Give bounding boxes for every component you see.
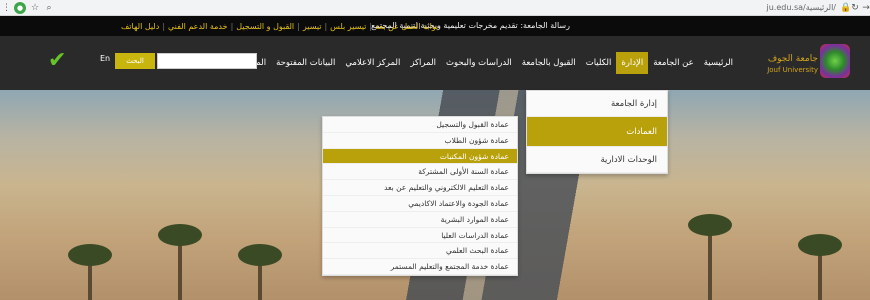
submenu-item-admin-units[interactable]: الوحدات الادارية [527,147,667,173]
palm-tree-icon [60,240,120,300]
search-icon[interactable]: ⌕ [44,2,54,14]
deanship-item-quality[interactable]: عمادة الجودة والاعتماد الاكاديمي [323,196,517,212]
menu-icon[interactable]: ⋮ [2,2,11,14]
address-bar[interactable]: ju.edu.sa/الرئيسية/ [767,2,836,14]
deanship-item-admission[interactable]: عمادة القبول والتسجيل [323,117,517,133]
nav-item-about[interactable]: عن الجامعة [648,52,698,74]
nav-item-media-center[interactable]: المركز الاعلامي [340,52,405,74]
nav-item-colleges[interactable]: الكليات [581,52,617,74]
extension-icon[interactable]: ● [14,2,26,14]
nav-item-open-data[interactable]: البيانات المفتوحة [271,52,340,74]
separator: | [230,21,234,31]
deanships-flyout: عمادة القبول والتسجيل عمادة شؤون الطلاب … [322,116,518,276]
forward-icon[interactable]: → [862,2,870,14]
nav-item-administration[interactable]: الإدارة [616,52,649,74]
top-link-phone-directory[interactable]: دليل الهاتف [118,22,162,31]
language-toggle[interactable]: En [100,54,110,63]
palm-tree-icon [790,230,850,300]
separator: | [162,21,166,31]
top-bar: رسالة الجامعة: تقديم مخرجات تعليمية وبحث… [0,16,870,36]
university-logo[interactable]: جامعة الجوف Jouf University [758,42,850,82]
separator: | [297,21,300,31]
separator: | [324,21,328,31]
nav-item-home[interactable]: الرئيسية [699,52,738,74]
deanship-item-hr[interactable]: عمادة الموارد البشرية [323,212,517,228]
palm-tree-icon [230,240,290,300]
top-link-support[interactable]: خدمة الدعم الفني [165,22,231,31]
deanship-item-libraries[interactable]: عمادة شؤون المكتبات [323,148,517,165]
separator: | [369,21,373,31]
deanship-item-community[interactable]: عمادة خدمة المجتمع والتعليم المستمر [323,259,517,275]
submenu-item-deanships[interactable]: العمادات [527,117,667,147]
top-links: دليل الهاتف | خدمة الدعم الفني | القبول و … [118,16,441,36]
nav-menu: الرئيسية عن الجامعة الإدارة الكليات القب… [185,52,738,74]
lock-icon[interactable]: 🔒 [840,2,851,14]
top-link-tayseer[interactable]: تيسير [300,22,325,31]
deanship-item-student-affairs[interactable]: عمادة شؤون الطلاب [323,133,517,149]
logo-name: جامعة الجوف [767,54,818,64]
search-input[interactable] [157,53,257,69]
logo-seal-icon [820,44,850,78]
deanship-item-elearning[interactable]: عمادة التعليم الالكتروني والتعليم عن بعد [323,180,517,196]
deanship-item-research[interactable]: عمادة البحث العلمي [323,243,517,260]
nav-item-admission[interactable]: القبول بالجامعة [517,52,581,74]
star-icon[interactable]: ☆ [30,2,40,14]
reload-icon[interactable]: ↻ [850,2,860,14]
accessibility-check-icon: ✔ [48,48,67,73]
administration-dropdown: إدارة الجامعة العمادات الوحدات الادارية [526,90,668,174]
nav-item-research[interactable]: الدراسات والبحوث [441,52,517,74]
search-button[interactable]: البحث [115,53,155,69]
submenu-item-university-management[interactable]: إدارة الجامعة [527,91,667,117]
deanship-item-graduate[interactable]: عمادة الدراسات العليا [323,228,517,244]
browser-toolbar: ⋮ ● ☆ ⌕ ju.edu.sa/الرئيسية/ 🔒 ↻ → [0,0,870,16]
top-link-tayseer-plus[interactable]: تيسير بلس [327,22,369,31]
top-link-admission[interactable]: القبول و التسجيل [233,22,297,31]
palm-tree-icon [150,220,210,300]
deanship-item-prep-year[interactable]: عمادة السنة الأولى المشتركة [323,164,517,181]
top-link-remote-work[interactable]: بوابة العمل عن بعد [372,22,441,31]
main-navbar: جامعة الجوف Jouf University الرئيسية عن … [0,36,870,90]
logo-subtitle: Jouf University [767,66,818,74]
nav-item-centers[interactable]: المراكز [405,52,441,74]
palm-tree-icon [680,210,740,300]
